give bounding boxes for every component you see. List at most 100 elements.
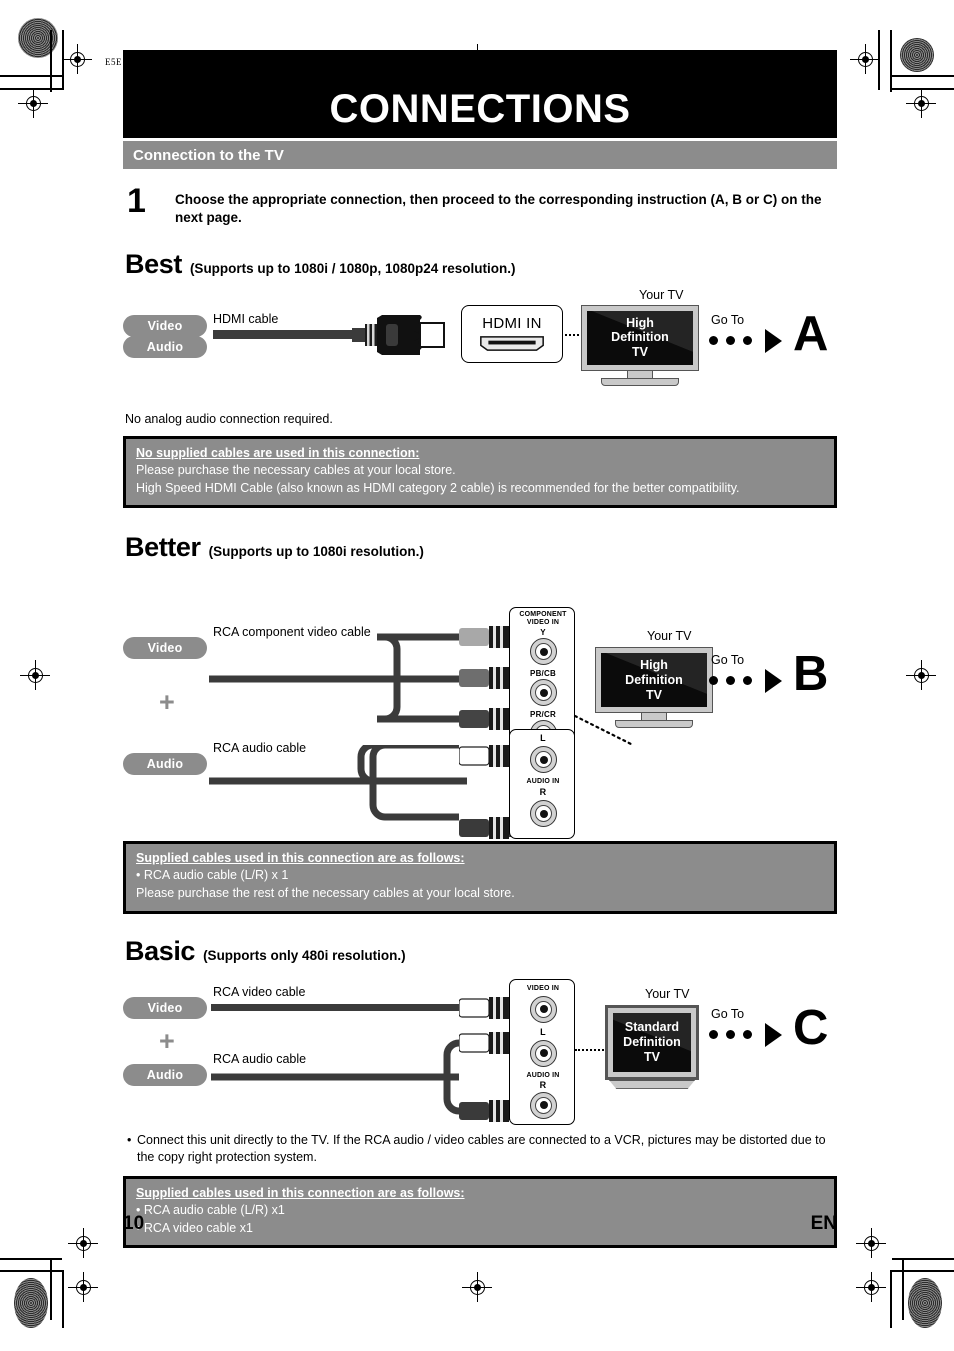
jack-l-better bbox=[530, 746, 557, 774]
note-box-best-head: No supplied cables are used in this conn… bbox=[136, 445, 420, 460]
jack-label-l-basic: L bbox=[540, 1026, 546, 1037]
plus-sign-better: + bbox=[159, 687, 175, 718]
note-box-basic-head: Supplied cables used in this connection … bbox=[136, 1185, 465, 1200]
step-number: 1 bbox=[127, 182, 146, 220]
tv-stand-best bbox=[601, 377, 679, 386]
grade-better-name: Better bbox=[125, 532, 201, 563]
tv-screen-line1-best: High bbox=[626, 315, 654, 330]
density-patch-top-left bbox=[18, 18, 58, 58]
density-patch-bottom-right bbox=[908, 1278, 942, 1328]
plus-sign-basic: + bbox=[159, 1025, 175, 1056]
grade-best-heading: Best (Supports up to 1080i / 1080p, 1080… bbox=[123, 249, 837, 280]
edge-code: E5E bbox=[105, 57, 122, 67]
language-code: EN bbox=[810, 1213, 837, 1234]
jack-label-r-basic: R bbox=[539, 1079, 547, 1090]
grade-better-heading: Better (Supports up to 1080i resolution.… bbox=[123, 532, 837, 563]
registration-mark-bottom-left2 bbox=[68, 1228, 98, 1258]
badge-audio-basic: Audio bbox=[123, 1063, 207, 1086]
tv-high-definition-better: High Definition TV bbox=[595, 647, 713, 729]
badge-video-best-label: Video bbox=[147, 318, 183, 333]
jack-label-y: Y bbox=[540, 628, 546, 638]
goto-label-basic: Go To bbox=[711, 1006, 745, 1021]
registration-mark-top-left bbox=[62, 44, 92, 74]
jack-label-pb: PB/CB bbox=[530, 669, 556, 679]
registration-mark-bottom-right bbox=[856, 1272, 886, 1302]
registration-mark-bottom-center bbox=[462, 1272, 492, 1302]
page-number: 10 bbox=[123, 1213, 145, 1234]
registration-mark-top-right bbox=[850, 44, 880, 74]
panel-video-audio-in-basic: VIDEO IN L AUDIO IN R bbox=[509, 978, 575, 1125]
goto-arrow-better bbox=[765, 669, 782, 694]
goto-label-better: Go To bbox=[711, 653, 745, 668]
badge-video-best: Video bbox=[123, 314, 207, 337]
goto-dots-basic bbox=[709, 1029, 752, 1039]
goto-dots-best bbox=[709, 335, 752, 345]
panel-audio-label-basic: AUDIO IN bbox=[526, 1071, 560, 1079]
jack-pb bbox=[530, 679, 557, 707]
wire-video-basic bbox=[211, 1003, 461, 1011]
page-title-bar: CONNECTIONS bbox=[123, 50, 837, 138]
manual-page: E5E CONNECTIONS Connection to the TV 1 C… bbox=[0, 0, 954, 1351]
tv-base-basic bbox=[608, 1079, 696, 1089]
density-patch-bottom-left bbox=[14, 1278, 48, 1328]
registration-mark-middle-right bbox=[906, 660, 936, 690]
diagram-best: Video Audio HDMI cable HDMI IN Your TV H… bbox=[123, 288, 837, 406]
registration-mark-bottom-left bbox=[68, 1272, 98, 1302]
diagram-basic: Video + Audio RCA video cable RCA audio … bbox=[123, 973, 837, 1128]
content-area: CONNECTIONS Connection to the TV 1 Choos… bbox=[123, 50, 837, 1249]
tv-neck-best bbox=[627, 370, 653, 378]
panel-component-label: COMPONENT VIDEO IN bbox=[519, 611, 567, 626]
best-footnote: No analog audio connection required. bbox=[125, 411, 333, 426]
hdmi-port-icon bbox=[480, 336, 544, 351]
basic-bullet-text: Connect this unit directly to the TV. If… bbox=[137, 1132, 826, 1164]
tv-screen-basic: Standard Definition TV bbox=[613, 1012, 691, 1072]
tv-high-definition-best: High Definition TV bbox=[581, 304, 699, 386]
registration-mark-middle-left bbox=[20, 660, 50, 690]
panel-audio-label-better: AUDIO IN bbox=[526, 778, 560, 786]
label-rca-video-cable: RCA video cable bbox=[213, 984, 306, 999]
jack-video-basic bbox=[530, 995, 557, 1023]
tv-screen-line2-basic: Definition bbox=[623, 1035, 681, 1049]
grade-best-name: Best bbox=[125, 248, 182, 279]
note-box-best-line2: High Speed HDMI Cable (also known as HDM… bbox=[136, 480, 740, 495]
tv-screen-line2-better: Definition bbox=[625, 672, 683, 687]
panel-component-video-in: COMPONENT VIDEO IN Y PB/CB PR/CR bbox=[509, 607, 575, 748]
badge-video-better-label: Video bbox=[147, 641, 183, 656]
tv-bezel-basic: Standard Definition TV bbox=[605, 1004, 699, 1080]
tv-screen-best: High Definition TV bbox=[587, 310, 693, 365]
jack-r-better bbox=[530, 800, 557, 828]
badge-video-basic: Video bbox=[123, 996, 207, 1019]
badge-video-better: Video bbox=[123, 637, 207, 660]
goto-arrow-best bbox=[765, 328, 782, 353]
jack-label-l-better: L bbox=[540, 733, 546, 744]
badge-audio-basic-label: Audio bbox=[146, 1067, 184, 1082]
section-heading-bar: Connection to the TV bbox=[123, 141, 837, 169]
tv-screen-line3-basic: TV bbox=[644, 1049, 660, 1064]
jack-r-basic bbox=[530, 1091, 557, 1119]
badge-audio-best: Audio bbox=[123, 335, 207, 358]
tv-screen-line2-best: Definition bbox=[611, 330, 669, 345]
caption-your-tv-better: Your TV bbox=[647, 629, 692, 644]
jack-l-basic bbox=[530, 1039, 557, 1067]
step-text: Choose the appropriate connection, then … bbox=[175, 192, 822, 225]
grade-basic-heading: Basic (Supports only 480i resolution.) bbox=[123, 936, 837, 967]
target-letter-b: B bbox=[793, 647, 829, 702]
badge-audio-better: Audio bbox=[123, 753, 207, 776]
registration-mark-left-top2 bbox=[18, 88, 48, 118]
goto-dots-better bbox=[709, 676, 752, 686]
jack-y bbox=[530, 638, 557, 666]
tv-standard-definition-basic: Standard Definition TV bbox=[605, 1004, 699, 1089]
tv-bezel-better: High Definition TV bbox=[595, 647, 713, 714]
tv-screen-line1-basic: Standard bbox=[624, 1020, 680, 1035]
note-box-best-line1: Please purchase the necessary cables at … bbox=[136, 462, 456, 477]
label-hdmi-cable: HDMI cable bbox=[213, 311, 279, 326]
note-box-better-head: Supplied cables used in this connection … bbox=[136, 851, 465, 866]
note-box-basic: Supplied cables used in this connection … bbox=[123, 1175, 837, 1249]
goto-label-best: Go To bbox=[711, 312, 745, 327]
note-box-best: No supplied cables are used in this conn… bbox=[123, 435, 837, 509]
tv-stand-better bbox=[615, 720, 693, 729]
basic-bullet-note: • Connect this unit directly to the TV. … bbox=[123, 1132, 837, 1166]
wire-hdmi bbox=[213, 329, 358, 339]
grade-basic-name: Basic bbox=[125, 935, 196, 966]
panel-audio-in-better: L AUDIO IN R bbox=[509, 729, 575, 840]
